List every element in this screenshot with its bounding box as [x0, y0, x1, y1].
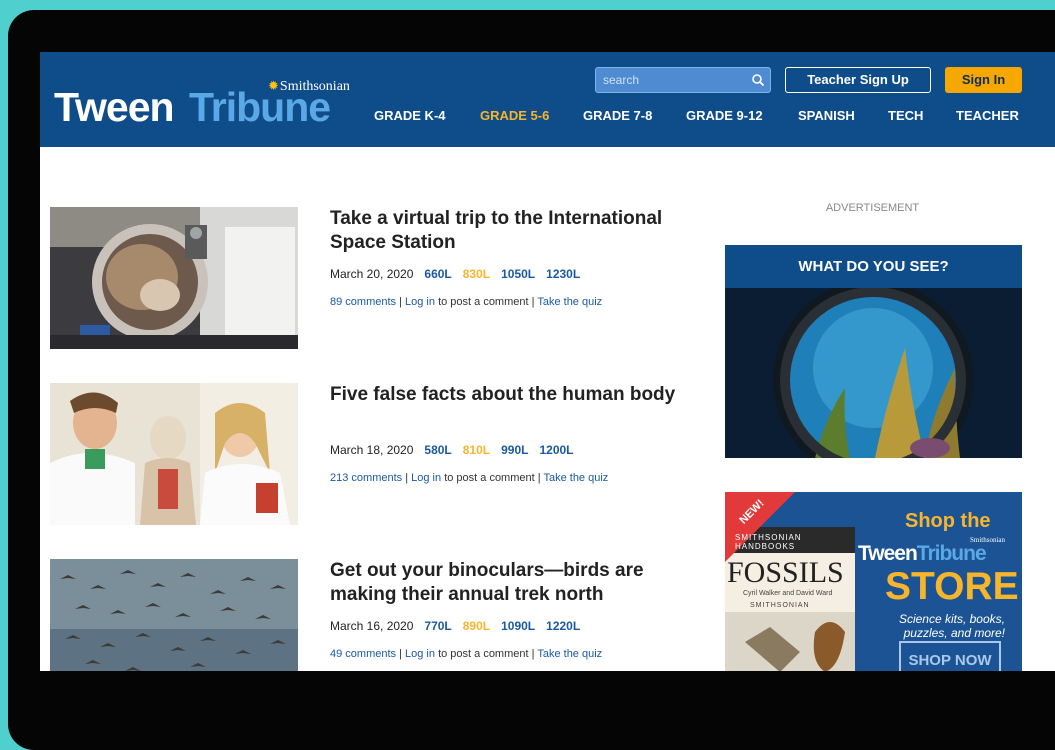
shop-the-text: Shop the	[905, 510, 991, 532]
article-meta: March 16, 2020 770L 890L 1090L 1220L	[330, 619, 580, 633]
logo-tween: Tween	[54, 84, 175, 130]
lexile-level-link[interactable]: 810L	[463, 443, 490, 457]
store-tagline: Science kits, books, puzzles, and more!	[898, 612, 1005, 640]
article-title[interactable]: Get out your binoculars—birds are making…	[330, 559, 705, 607]
book-publisher: SMITHSONIAN	[750, 602, 810, 609]
take-quiz-link[interactable]: Take the quiz	[537, 648, 602, 660]
lexile-level-link[interactable]: 580L	[424, 443, 451, 457]
comments-link[interactable]: 89 comments	[330, 296, 396, 308]
nav-grade-5-6[interactable]: GRADE 5-6	[480, 108, 549, 123]
article-date: March 20, 2020	[330, 267, 414, 281]
lexile-level-link[interactable]: 1220L	[546, 619, 580, 633]
nav-grade-k4[interactable]: GRADE K-4	[374, 108, 446, 123]
book-authors: Cyril Walker and David Ward	[743, 590, 833, 597]
login-link[interactable]: Log in	[411, 472, 441, 484]
post-comment-text: to post a comment	[438, 648, 529, 660]
lexile-level-link[interactable]: 1090L	[501, 619, 535, 633]
nav-tech[interactable]: TECH	[888, 108, 923, 123]
article-links: 49 comments | Log in to post a comment |…	[330, 648, 603, 660]
nav-grade-9-12[interactable]: GRADE 9-12	[686, 108, 763, 123]
lexile-level-link[interactable]: 890L	[463, 619, 490, 633]
sign-in-button[interactable]: Sign In	[945, 67, 1022, 93]
article-title[interactable]: Five false facts about the human body	[330, 383, 705, 407]
article-links: 89 comments | Log in to post a comment |…	[330, 296, 603, 308]
take-quiz-link[interactable]: Take the quiz	[537, 296, 602, 308]
comments-link[interactable]: 213 comments	[330, 472, 402, 484]
lexile-level-link[interactable]: 770L	[424, 619, 451, 633]
aquarium-porthole-image	[725, 288, 1022, 458]
browser-screen: ✹Smithsonian Tween Tribune search Teache…	[40, 52, 1055, 671]
site-logo[interactable]: ✹Smithsonian Tween Tribune	[54, 78, 354, 138]
article-card: Five false facts about the human body Ma…	[50, 383, 710, 528]
article-thumbnail-astronaut[interactable]	[50, 207, 298, 349]
nav-teacher[interactable]: TEACHER	[956, 108, 1019, 123]
shop-now-button[interactable]: SHOP NOW	[900, 652, 1000, 669]
search-icon[interactable]	[751, 73, 765, 87]
nav-grade-7-8[interactable]: GRADE 7-8	[583, 108, 652, 123]
login-link[interactable]: Log in	[405, 648, 435, 660]
book-series: SMITHSONIAN HANDBOOKS	[735, 533, 802, 551]
article-links: 213 comments | Log in to post a comment …	[330, 472, 609, 484]
advertisement-label: ADVERTISEMENT	[825, 202, 920, 214]
store-brand-logo: TweenTribune	[858, 542, 987, 565]
lexile-level-link[interactable]: 660L	[424, 267, 451, 281]
what-do-you-see-widget[interactable]: WHAT DO YOU SEE?	[725, 245, 1022, 458]
teacher-signup-button[interactable]: Teacher Sign Up	[785, 67, 931, 93]
article-meta: March 18, 2020 580L 810L 990L 1200L	[330, 443, 574, 457]
store-advertisement[interactable]: NEW! SMITHSONIAN HANDBOOKS FOSSILS Cyril…	[725, 492, 1022, 671]
book-title: FOSSILS	[727, 556, 844, 589]
what-do-you-see-title: WHAT DO YOU SEE?	[725, 245, 1022, 288]
lexile-level-link[interactable]: 830L	[463, 267, 490, 281]
login-link[interactable]: Log in	[405, 296, 435, 308]
post-comment-text: to post a comment	[444, 472, 535, 484]
article-card: Get out your binoculars—birds are making…	[50, 559, 710, 671]
article-title[interactable]: Take a virtual trip to the International…	[330, 207, 705, 255]
store-word: STORE	[885, 565, 1019, 608]
article-thumbnail-birds[interactable]	[50, 559, 298, 671]
lexile-level-link[interactable]: 1200L	[539, 443, 573, 457]
lexile-level-link[interactable]: 1050L	[501, 267, 535, 281]
article-meta: March 20, 2020 660L 830L 1050L 1230L	[330, 267, 580, 281]
take-quiz-link[interactable]: Take the quiz	[543, 472, 608, 484]
nav-spanish[interactable]: SPANISH	[798, 108, 855, 123]
logo-tribune: Tribune	[189, 84, 331, 130]
comments-link[interactable]: 49 comments	[330, 648, 396, 660]
article-date: March 16, 2020	[330, 619, 414, 633]
article-date: March 18, 2020	[330, 443, 414, 457]
article-card: Take a virtual trip to the International…	[50, 207, 710, 352]
search-placeholder: search	[603, 73, 640, 87]
site-header: ✹Smithsonian Tween Tribune search Teache…	[40, 52, 1055, 147]
post-comment-text: to post a comment	[438, 296, 529, 308]
search-input[interactable]: search	[595, 67, 771, 93]
lexile-level-link[interactable]: 990L	[501, 443, 528, 457]
lexile-level-link[interactable]: 1230L	[546, 267, 580, 281]
article-thumbnail-anatomy[interactable]	[50, 383, 298, 525]
